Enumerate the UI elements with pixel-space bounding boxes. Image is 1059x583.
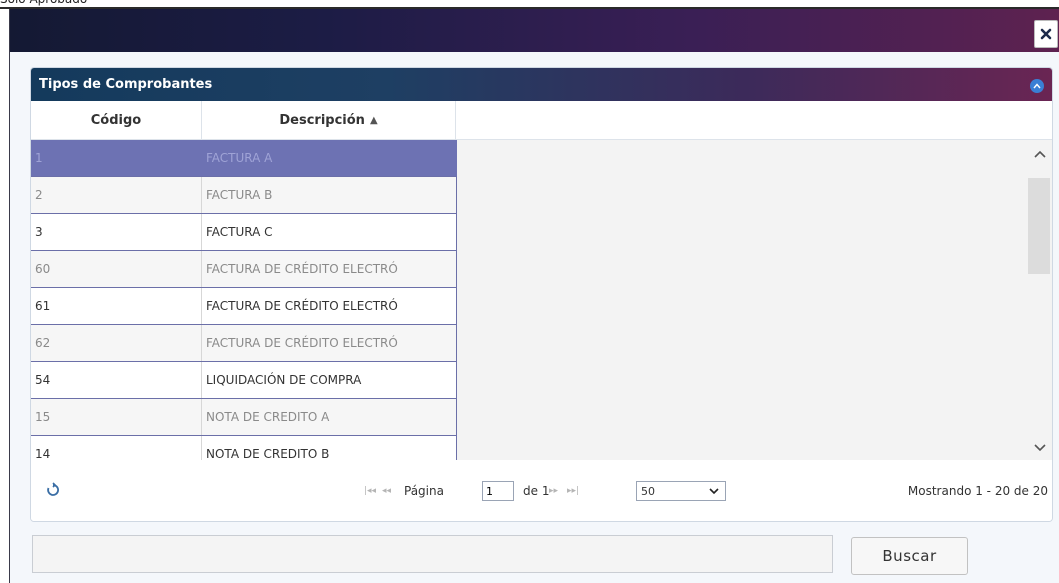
search-input[interactable] [32,535,833,573]
column-header-filler [456,101,1052,140]
table-row[interactable]: 15 NOTA DE CREDITO A [31,399,457,436]
cell-code: 61 [31,288,202,324]
search-button[interactable]: Buscar [851,537,968,575]
vertical-scrollbar[interactable] [1028,140,1052,460]
next-page-icon[interactable]: ▸▸ [549,486,558,496]
lookup-dialog: Tipos de Comprobantes Código Descripción… [9,9,1059,583]
grid-body: 1 FACTURA A 2 FACTURA B 3 FACTURA C 60 F… [31,140,1052,473]
scroll-down-button[interactable] [1032,440,1048,456]
cell-description: FACTURA DE CRÉDITO ELECTRÓ [202,288,457,324]
cell-code: 2 [31,177,202,213]
page-size-value: 50 [641,484,655,498]
page-of-label: de 1 [523,484,550,498]
collapse-icon [1033,83,1041,89]
cell-code: 62 [31,325,202,361]
close-icon [1040,28,1052,40]
panel-title: Tipos de Comprobantes [39,77,213,92]
chevron-up-icon [1034,150,1046,158]
column-header-code-label: Código [90,112,142,128]
cell-code: 1 [31,140,202,176]
table-row[interactable]: 1 FACTURA A [31,140,457,177]
cell-code: 3 [31,214,202,250]
column-header-description-label: Descripción [279,112,365,128]
cell-description: FACTURA C [202,214,457,250]
cell-description: FACTURA B [202,177,457,213]
refresh-icon [47,482,59,496]
table-row[interactable]: 61 FACTURA DE CRÉDITO ELECTRÓ [31,288,457,325]
cell-code: 60 [31,251,202,287]
dialog-titlebar [10,9,1059,52]
chevron-down-icon [1034,444,1046,452]
table-row[interactable]: 3 FACTURA C [31,214,457,251]
table-row[interactable]: 60 FACTURA DE CRÉDITO ELECTRÓ [31,251,457,288]
page-input[interactable] [482,481,514,501]
record-count-status: Mostrando 1 - 20 de 20 [907,484,1048,498]
refresh-button[interactable] [45,482,61,498]
page-size-select[interactable]: 50 [636,481,726,501]
grid-rows: 1 FACTURA A 2 FACTURA B 3 FACTURA C 60 F… [31,140,457,473]
page-label: Página [404,484,444,498]
close-button[interactable] [1034,20,1058,48]
table-row[interactable]: 2 FACTURA B [31,177,457,214]
cell-description: FACTURA A [202,140,457,176]
table-row[interactable]: 54 LIQUIDACIÓN DE COMPRA [31,362,457,399]
collapse-button[interactable] [1030,79,1044,93]
prev-page-icon[interactable]: ◂◂ [382,486,391,496]
grid-panel: Tipos de Comprobantes Código Descripción… [30,67,1053,522]
scroll-up-button[interactable] [1032,146,1048,162]
panel-header: Tipos de Comprobantes [31,68,1052,101]
cell-code: 54 [31,362,202,398]
first-page-icon[interactable]: |◂◂ [364,486,376,496]
column-header-description[interactable]: Descripción ▲ [202,101,456,140]
cell-description: FACTURA DE CRÉDITO ELECTRÓ [202,325,457,361]
scroll-thumb[interactable] [1028,178,1050,274]
cell-description: LIQUIDACIÓN DE COMPRA [202,362,457,398]
cell-code: 15 [31,399,202,435]
pager-bar: |◂◂ ◂◂ Página de 1 ▸▸ ▸▸| 50 Mostrando 1… [31,460,1052,521]
cell-description: NOTA DE CREDITO A [202,399,457,435]
chevron-down-icon [709,488,719,495]
column-header-code[interactable]: Código [31,101,202,140]
last-page-icon[interactable]: ▸▸| [567,486,579,496]
cell-description: FACTURA DE CRÉDITO ELECTRÓ [202,251,457,287]
sort-ascending-icon: ▲ [369,114,378,126]
table-row[interactable]: 62 FACTURA DE CRÉDITO ELECTRÓ [31,325,457,362]
